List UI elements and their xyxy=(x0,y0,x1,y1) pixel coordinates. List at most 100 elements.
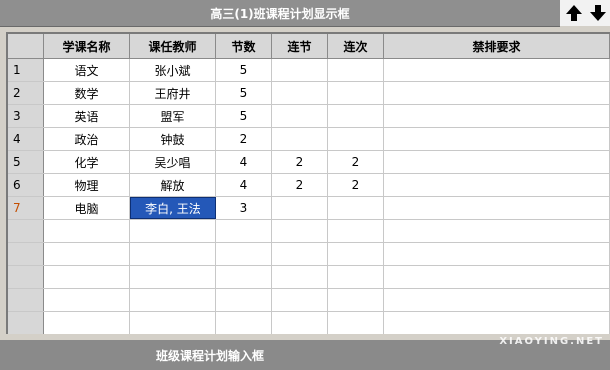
table-row[interactable]: 6 物理 解放 4 2 2 xyxy=(8,174,610,197)
teacher-cell[interactable] xyxy=(130,243,216,265)
row-index xyxy=(8,289,44,311)
teacher-cell[interactable]: 盟军 xyxy=(130,105,216,127)
times-cell[interactable] xyxy=(328,197,384,219)
periods-cell[interactable]: 5 xyxy=(216,82,272,104)
teacher-cell[interactable] xyxy=(130,266,216,288)
subject-cell[interactable]: 政治 xyxy=(44,128,130,150)
teacher-cell[interactable]: 李白, 王法 xyxy=(130,197,216,219)
subject-cell[interactable]: 化学 xyxy=(44,151,130,173)
times-cell[interactable] xyxy=(328,82,384,104)
consecutive-cell[interactable]: 2 xyxy=(272,174,328,196)
periods-cell[interactable]: 2 xyxy=(216,128,272,150)
periods-cell[interactable] xyxy=(216,289,272,311)
move-down-button[interactable] xyxy=(588,3,608,23)
row-index: 3 xyxy=(8,105,44,127)
restriction-cell[interactable] xyxy=(384,220,610,242)
teacher-cell[interactable] xyxy=(130,220,216,242)
header-consecutive[interactable]: 连节 xyxy=(272,34,328,58)
restriction-cell[interactable] xyxy=(384,289,610,311)
subject-cell[interactable] xyxy=(44,312,130,334)
times-cell[interactable] xyxy=(328,312,384,334)
teacher-cell[interactable] xyxy=(130,289,216,311)
restriction-cell[interactable] xyxy=(384,243,610,265)
table-row[interactable]: 1 语文 张小斌 5 xyxy=(8,59,610,82)
header-times[interactable]: 连次 xyxy=(328,34,384,58)
periods-cell[interactable] xyxy=(216,266,272,288)
periods-cell[interactable] xyxy=(216,220,272,242)
consecutive-cell[interactable]: 2 xyxy=(272,151,328,173)
consecutive-cell[interactable] xyxy=(272,105,328,127)
teacher-cell[interactable]: 吴少唱 xyxy=(130,151,216,173)
table-row[interactable]: 5 化学 吴少唱 4 2 2 xyxy=(8,151,610,174)
subject-cell[interactable]: 数学 xyxy=(44,82,130,104)
consecutive-cell[interactable] xyxy=(272,243,328,265)
subject-cell[interactable]: 物理 xyxy=(44,174,130,196)
times-cell[interactable] xyxy=(328,266,384,288)
move-up-button[interactable] xyxy=(564,3,584,23)
times-cell[interactable]: 2 xyxy=(328,174,384,196)
consecutive-cell[interactable] xyxy=(272,82,328,104)
header-index xyxy=(8,34,44,58)
restriction-cell[interactable] xyxy=(384,128,610,150)
window-title: 高三(1)班课程计划显示框 xyxy=(210,6,350,21)
course-plan-grid[interactable]: 学课名称 课任教师 节数 连节 连次 禁排要求 1 语文 张小斌 5 2 数学 王府井 5 3 英… xyxy=(6,32,610,334)
teacher-cell[interactable]: 张小斌 xyxy=(130,59,216,81)
row-index: 2 xyxy=(8,82,44,104)
empty-table-row[interactable] xyxy=(8,266,610,289)
subject-cell[interactable] xyxy=(44,289,130,311)
empty-table-row[interactable] xyxy=(8,220,610,243)
row-index xyxy=(8,266,44,288)
restriction-cell[interactable] xyxy=(384,59,610,81)
consecutive-cell[interactable] xyxy=(272,128,328,150)
consecutive-cell[interactable] xyxy=(272,197,328,219)
restriction-cell[interactable] xyxy=(384,174,610,196)
periods-cell[interactable]: 5 xyxy=(216,59,272,81)
teacher-cell[interactable]: 钟鼓 xyxy=(130,128,216,150)
table-row[interactable]: 3 英语 盟军 5 xyxy=(8,105,610,128)
times-cell[interactable] xyxy=(328,105,384,127)
times-cell[interactable] xyxy=(328,289,384,311)
header-teacher[interactable]: 课任教师 xyxy=(130,34,216,58)
restriction-cell[interactable] xyxy=(384,105,610,127)
row-index: 4 xyxy=(8,128,44,150)
subject-cell[interactable] xyxy=(44,266,130,288)
empty-table-row[interactable] xyxy=(8,289,610,312)
table-row[interactable]: 4 政治 钟鼓 2 xyxy=(8,128,610,151)
subject-cell[interactable]: 语文 xyxy=(44,59,130,81)
grid-body: 1 语文 张小斌 5 2 数学 王府井 5 3 英语 盟军 5 4 政治 钟鼓 2 5 化学 吴少唱 4 2 2 6 物理 解放… xyxy=(8,59,610,334)
subject-cell[interactable] xyxy=(44,220,130,242)
consecutive-cell[interactable] xyxy=(272,266,328,288)
empty-table-row[interactable] xyxy=(8,243,610,266)
teacher-cell[interactable] xyxy=(130,312,216,334)
times-cell[interactable] xyxy=(328,128,384,150)
periods-cell[interactable]: 5 xyxy=(216,105,272,127)
consecutive-cell[interactable] xyxy=(272,312,328,334)
watermark-line1: 小 颖 网 xyxy=(527,315,604,336)
restriction-cell[interactable] xyxy=(384,151,610,173)
times-cell[interactable] xyxy=(328,243,384,265)
consecutive-cell[interactable] xyxy=(272,59,328,81)
periods-cell[interactable]: 4 xyxy=(216,151,272,173)
times-cell[interactable] xyxy=(328,220,384,242)
consecutive-cell[interactable] xyxy=(272,220,328,242)
restriction-cell[interactable] xyxy=(384,197,610,219)
periods-cell[interactable] xyxy=(216,243,272,265)
subject-cell[interactable] xyxy=(44,243,130,265)
periods-cell[interactable]: 3 xyxy=(216,197,272,219)
times-cell[interactable]: 2 xyxy=(328,151,384,173)
header-subject[interactable]: 学课名称 xyxy=(44,34,130,58)
restriction-cell[interactable] xyxy=(384,266,610,288)
subject-cell[interactable]: 电脑 xyxy=(44,197,130,219)
header-restriction[interactable]: 禁排要求 xyxy=(384,34,610,58)
teacher-cell[interactable]: 解放 xyxy=(130,174,216,196)
consecutive-cell[interactable] xyxy=(272,289,328,311)
restriction-cell[interactable] xyxy=(384,82,610,104)
header-periods[interactable]: 节数 xyxy=(216,34,272,58)
table-row[interactable]: 2 数学 王府井 5 xyxy=(8,82,610,105)
subject-cell[interactable]: 英语 xyxy=(44,105,130,127)
periods-cell[interactable]: 4 xyxy=(216,174,272,196)
periods-cell[interactable] xyxy=(216,312,272,334)
table-row[interactable]: 7 电脑 李白, 王法 3 xyxy=(8,197,610,220)
teacher-cell[interactable]: 王府井 xyxy=(130,82,216,104)
times-cell[interactable] xyxy=(328,59,384,81)
